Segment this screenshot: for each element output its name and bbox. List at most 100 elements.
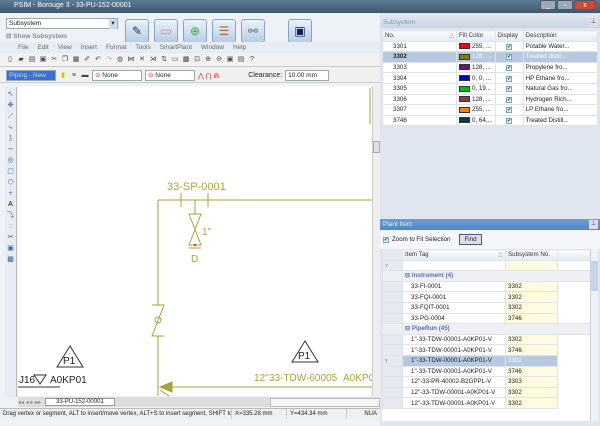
arc-tool-icon[interactable]: ⟆ [9, 135, 12, 143]
zoom-fit-checkbox[interactable]: ✔ [383, 236, 389, 243]
subsystem-row[interactable]: 3746 0, 64,... ✔ Treated Distill... [382, 114, 599, 127]
group-row[interactable]: ⊟ Instrument (4) [382, 270, 598, 282]
plant-item-row[interactable]: 12"-33-PR-40002-B2GPPL-V 3303 [382, 376, 598, 388]
subsystem-row[interactable]: 3305 0, 19... ✔ Natural Gas fro... [382, 82, 599, 95]
subsystem-row[interactable]: 3304 0, 0, ... ✔ HP Ethane fro... [382, 72, 599, 84]
menu-tools[interactable]: Tools [136, 42, 151, 53]
show-subsystem-toggle[interactable]: ⊟ Show Subsystem [6, 32, 67, 40]
insert-tool-icon[interactable]: ▩ [7, 256, 14, 264]
col-display[interactable]: Display [494, 30, 524, 42]
menu-insert[interactable]: Insert [81, 42, 97, 53]
plant-item-row[interactable]: 33-FI-0001 3302 [382, 280, 598, 293]
join-icons[interactable]: ⋀ ⋂ ⋒ [198, 72, 219, 80]
tool4-icon[interactable]: ⇅ [160, 56, 168, 64]
plant-item-row[interactable]: 12"-33-TDW-00001-A0KP01-V 3302 [382, 386, 598, 399]
scroll-thumb[interactable] [591, 261, 598, 291]
fit-icon[interactable]: ⊡ [193, 56, 201, 64]
plant-item-row[interactable]: 12"-33-TDW-00001-A0KP01-V 3302 [382, 397, 598, 409]
row-header[interactable] [382, 291, 403, 303]
scroll-thumb[interactable] [373, 141, 380, 153]
globe-icon[interactable]: ◍ [116, 56, 124, 64]
menu-format[interactable]: Format [106, 42, 127, 53]
line-tag[interactable]: 33-TDW-60005 [269, 373, 338, 384]
find-button[interactable]: Find [459, 234, 482, 245]
plant-item-row[interactable]: 33-PG-0004 3746 [382, 312, 598, 325]
plant-item-row[interactable]: 33-FQIT-0001 3302 [382, 301, 598, 314]
subsystem-row[interactable]: 3301 255, ... ✔ Potable Water... [382, 40, 599, 53]
tool3-icon[interactable]: ⋊ [149, 56, 157, 64]
subsystem-row[interactable]: 3302 128, ... ✔ Treated distil... [382, 51, 599, 63]
format-painter-icon[interactable]: ✐ [83, 56, 91, 64]
display-checkbox[interactable]: ✔ [506, 86, 513, 93]
row-header[interactable] [382, 280, 403, 293]
redo-icon[interactable]: ↷ [105, 56, 113, 64]
vertex-handle[interactable] [193, 243, 197, 247]
help-icon[interactable]: ? [248, 56, 256, 64]
open-icon[interactable]: ▰ [17, 56, 25, 64]
subsystem-row[interactable]: 3303 128, ... ✔ Propylene fro... [382, 61, 599, 74]
menu-view[interactable]: View [58, 42, 72, 53]
fill-icon[interactable]: ▮ [59, 72, 67, 80]
menu-window[interactable]: Window [201, 42, 224, 53]
filter-item-tag[interactable] [402, 259, 506, 272]
cut-icon[interactable]: ✂ [50, 56, 58, 64]
select-tool-icon[interactable]: ↖ [8, 91, 14, 99]
copy-icon[interactable]: ❐ [61, 56, 69, 64]
horizontal-scrollbar[interactable] [270, 397, 380, 407]
image-tool-icon[interactable]: ▣ [7, 245, 14, 253]
save-button[interactable]: ▣ [288, 19, 312, 43]
menu-file[interactable]: File [18, 42, 28, 53]
filter-subsystem[interactable] [505, 259, 558, 272]
pin-icon[interactable]: ⊥ [589, 18, 598, 27]
eraser-button[interactable]: ▭ [154, 19, 178, 43]
wave-tool-icon[interactable]: ∼ [8, 146, 14, 154]
properties-icon[interactable]: ▤ [237, 56, 245, 64]
tab-nav-buttons[interactable]: ◂◂ ◂ ▸ ▸▸ [18, 399, 41, 406]
line-select-2[interactable]: ⊖ None [145, 70, 195, 81]
minimize-button[interactable]: _ [540, 0, 556, 10]
tag-add-button[interactable]: ⊕ [183, 19, 207, 43]
shape-tool-icon[interactable]: ⬡ [7, 179, 13, 187]
undo-icon[interactable]: ↶ [94, 56, 102, 64]
tool6-icon[interactable]: ▩ [182, 56, 190, 64]
plant-item-row[interactable]: 33-FQI-0001 3302 [382, 291, 598, 303]
line-weight-icon[interactable]: ▬ [81, 72, 89, 80]
text-tool-icon[interactable]: A [8, 201, 13, 209]
line-select-1[interactable]: ⊖ None [92, 70, 142, 81]
subsystem-row[interactable]: 3307 255, ... ✔ LP Ethane fro... [382, 104, 599, 116]
display-checkbox[interactable]: ✔ [506, 65, 513, 72]
col-item-tag[interactable]: Item Tag △ [402, 249, 506, 261]
plant-item-row[interactable]: 1"-33-TDW-00001-A0KP01-V 3302 [382, 333, 598, 346]
menu-help[interactable]: Help [233, 42, 246, 53]
row-header[interactable] [382, 365, 403, 378]
zoom-area-icon[interactable]: ▣ [226, 56, 234, 64]
list-button[interactable]: ☰ [212, 19, 236, 43]
circle-tool-icon[interactable]: ◎ [7, 157, 13, 165]
tool2-icon[interactable]: ✕ [138, 56, 146, 64]
zoom-in-icon[interactable]: ⊕ [204, 56, 212, 64]
row-header[interactable] [382, 312, 403, 325]
display-checkbox[interactable]: ✔ [506, 54, 513, 61]
pin-icon[interactable]: ⊥ [589, 220, 598, 229]
line-tool-icon[interactable]: ⟋ [8, 113, 13, 121]
col-no[interactable]: No. △ [382, 30, 457, 42]
line-style-icon[interactable]: ≡ [70, 72, 78, 80]
select2-tool-icon[interactable]: ✥ [8, 102, 14, 110]
row-header[interactable] [382, 344, 403, 356]
polyline-tool-icon[interactable]: ⤷ [9, 124, 13, 132]
display-checkbox[interactable]: ✔ [506, 43, 513, 50]
plant-item-row[interactable]: › 1"-33-TDW-00001-A0KP01-V 3302 [382, 354, 598, 367]
new-icon[interactable]: ▯ [6, 56, 14, 64]
row-header[interactable] [382, 301, 403, 314]
display-checkbox[interactable]: ✔ [506, 96, 513, 103]
plant-item-row[interactable]: 1"-33-TDW-00001-A0KP01-V 3746 [382, 344, 598, 356]
plant-scrollbar[interactable] [590, 249, 598, 421]
display-checkbox[interactable]: ✔ [506, 107, 513, 114]
close-button[interactable]: x [574, 0, 596, 10]
save-icon[interactable]: ▣ [39, 56, 47, 64]
paste-icon[interactable]: ▦ [72, 56, 80, 64]
zoom-out-icon[interactable]: ⊖ [215, 56, 223, 64]
spool-tag[interactable]: 33-SP-0001 [167, 181, 226, 193]
print-icon[interactable]: ▤ [28, 56, 36, 64]
col-description[interactable]: Description [522, 30, 599, 42]
